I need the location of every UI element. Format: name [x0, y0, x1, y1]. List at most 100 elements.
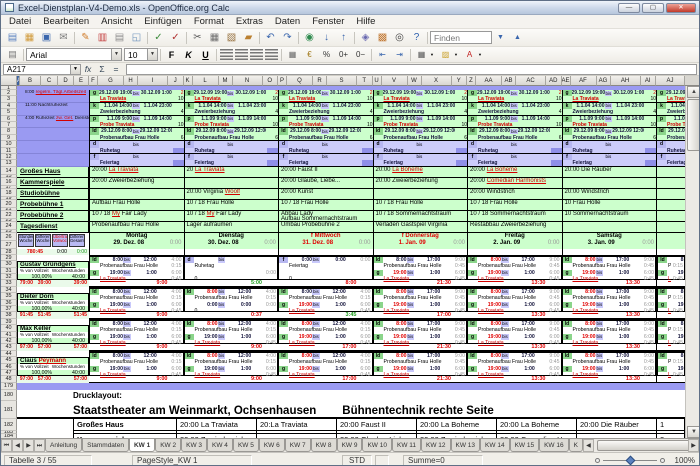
employee-day-cell[interactable]: ld 8:00 bis 12:00 4:00 Probenaufbau Frau Holl…	[89, 318, 184, 351]
legend-block-day1[interactable]: k 1.1.04 14:00 bis 1.1.04 23:00 Zweierbezieh…	[89, 102, 184, 116]
legend-note-cell[interactable]	[17, 128, 89, 142]
chevron-down-icon[interactable]: ▼	[478, 49, 485, 60]
row-header-16[interactable]: 16	[1, 177, 17, 186]
legend-block-day2[interactable]: f bis Feiertag	[183, 153, 278, 167]
navigator-icon[interactable]: ◈	[357, 30, 374, 45]
sheet-tab-kw11[interactable]: KW 11	[391, 439, 422, 452]
legend-block-day4[interactable]: f bis Feiertag	[372, 153, 467, 167]
equals-icon[interactable]: =	[109, 64, 123, 74]
function-wizard-icon[interactable]: fx	[81, 64, 95, 74]
venue-cell-day4[interactable]: 20:00 Zweierbeziehung	[372, 177, 468, 188]
export-pdf-icon[interactable]: ▥	[94, 30, 111, 45]
first-sheet-icon[interactable]: ⏮	[1, 439, 12, 452]
legend-block-day2[interactable]: ld 29.12.09 8:00 bis 29.12.09 12:00 Probenau…	[183, 128, 278, 142]
menu-daten[interactable]: Daten	[269, 15, 306, 29]
venue-cell-day5[interactable]: 20:00 Comedian Harmonists	[467, 177, 562, 188]
menu-bearbeiten[interactable]: Bearbeiten	[37, 15, 95, 29]
venue-cell-cut[interactable]	[656, 177, 685, 188]
venue-cell-day4[interactable]: Verladen Gastspiel Virginia	[372, 221, 468, 232]
employee-day-cell[interactable]: ld 8:00 bis 12:00 4:00 Probenaufbau Frau Holl…	[183, 286, 278, 319]
column-header-H[interactable]: H	[124, 76, 138, 86]
scroll-left-icon[interactable]: ◀	[582, 439, 594, 452]
sheet-tab-k[interactable]: K	[568, 439, 583, 452]
font-size-combo[interactable]: 10 ▼	[124, 48, 158, 61]
venue-cell-day6[interactable]: 20:00 Die Räuber	[561, 166, 657, 177]
legend-block-day4[interactable]: d bis Ruhetag	[372, 141, 467, 154]
column-header-O[interactable]: O	[262, 76, 278, 86]
legend-block-cut[interactable]: p1.1.09 9:00bis1.1.09 14:00Probe Traviat…	[656, 115, 685, 129]
spellcheck-icon[interactable]: ✓	[150, 30, 167, 45]
page-preview-icon[interactable]: ◱	[128, 30, 145, 45]
menu-format[interactable]: Format	[188, 15, 230, 29]
employee-day-cell[interactable]: ld 8:00 bis 17:00 9:00 Probenaufbau Frau Holl…	[372, 286, 467, 319]
day-header-mittwoch[interactable]: f Mittwoch 31. Dez. 08 0:00	[278, 232, 373, 249]
employee-day-cell[interactable]: ld 8:00 bis 12:00 4:00 Probenaufbau Frau Holl…	[278, 350, 373, 383]
row-header-14[interactable]: 14	[1, 166, 17, 175]
legend-block-day6[interactable]: d bis Ruhetag	[561, 141, 656, 154]
column-header-M[interactable]: M	[218, 76, 233, 86]
column-header-AJ[interactable]: AJ	[656, 76, 685, 86]
employee-day-cell[interactable]: d bis Ruhetag 0:00 0 5:00	[183, 254, 278, 287]
align-center-button[interactable]	[235, 49, 248, 60]
edit-mode-icon[interactable]: ✎	[77, 30, 94, 45]
row-header-24[interactable]: 24	[1, 221, 17, 230]
employee-day-cell[interactable]: f 0:00 bis 0:00 0:00 Feiertag 0 8:00	[278, 254, 373, 287]
venue-cell-day1[interactable]: Aufbau Frau Holle	[89, 199, 184, 210]
bold-button[interactable]: F	[163, 48, 180, 61]
copy-icon[interactable]: ▦	[206, 30, 223, 45]
corner-header[interactable]	[1, 76, 17, 86]
sum-icon[interactable]: Σ	[95, 64, 109, 74]
row-header-20[interactable]: 20	[1, 199, 17, 208]
column-header-K[interactable]: K	[183, 76, 193, 86]
venue-cell-day5[interactable]: 10 / 18 Frau Holle	[467, 199, 562, 210]
legend-block-day5[interactable]: f bis Feiertag	[467, 153, 562, 167]
column-header-D[interactable]: D	[58, 76, 74, 86]
zoom-in-icon[interactable]	[660, 457, 665, 463]
venue-cell-day3[interactable]: 20:00 Faust II	[278, 166, 373, 177]
venue-cell-cut[interactable]	[656, 221, 685, 232]
legend-block-day4[interactable]: g 29.12.09 19:00 bis 30.12.09 1:00 2 La Travi…	[372, 90, 467, 103]
sheet-tab-kw10[interactable]: KW 10	[362, 439, 392, 452]
chevron-down-icon[interactable]: ▼	[454, 49, 461, 60]
employee-day-cell-cut[interactable]: ld8:00bis12:004:00Probenaufbau Frau Holl…	[656, 254, 685, 287]
sheet-tab-kw9[interactable]: KW 9	[336, 439, 363, 452]
venue-cell-day1[interactable]: 20:00 La Traviata	[89, 166, 184, 177]
sheet-tab-kw14[interactable]: KW 14	[480, 439, 510, 452]
chevron-down-icon[interactable]: ▼	[147, 49, 157, 60]
legend-block-day6[interactable]: p 1.1.09 9:00 bis 1.1.09 14:00 Probe Traviat…	[561, 115, 656, 129]
venue-cell-day1[interactable]: 20:00 Zweierbeziehung	[89, 177, 184, 188]
legend-block-day4[interactable]: ld 29.12.09 8:00 bis 29.12.09 12:00 Probenau…	[372, 128, 467, 142]
title-bar[interactable]: Excel-Dienstplan-V4-Demo.xls - OpenOffic…	[1, 1, 699, 15]
legend-block-day1[interactable]: p 1.1.09 9:00 bis 1.1.09 14:00 Probe Traviat…	[89, 115, 184, 129]
venue-cell-day2[interactable]: 10 / 18 Frau Holle	[183, 199, 279, 210]
legend-note-cell[interactable]	[17, 153, 89, 167]
legend-note-cell[interactable]: 8:00 regelm. Tägl.Arbeitszeit	[17, 90, 89, 103]
venue-cell-day2[interactable]	[183, 177, 279, 188]
vertical-scrollbar[interactable]: ▲ ▼	[685, 86, 699, 438]
column-header-P[interactable]: P	[278, 76, 287, 86]
align-right-button[interactable]	[250, 49, 263, 60]
venue-cell-day2[interactable]: 20 La Traviata	[183, 166, 279, 177]
sort-descending-icon[interactable]: ↑	[335, 30, 352, 45]
auto-spellcheck-icon[interactable]: ✓	[167, 30, 184, 45]
scroll-right-icon[interactable]: ▶	[688, 439, 699, 452]
column-header-Z[interactable]: Z	[467, 76, 476, 86]
row-header-27[interactable]: 27	[1, 240, 17, 249]
row-header-179[interactable]: 179	[1, 382, 17, 390]
print-icon[interactable]: ▤	[111, 30, 128, 45]
currency-format-icon[interactable]: €	[301, 48, 318, 61]
employee-day-cell[interactable]: ld 8:00 bis 12:00 4:00 Probenaufbau Frau Holl…	[183, 318, 278, 351]
borders-icon[interactable]: ▦	[413, 48, 430, 61]
align-justify-button[interactable]	[265, 49, 278, 60]
chevron-down-icon[interactable]: ▼	[430, 49, 437, 60]
venue-cell-day2[interactable]: Lager aufräumen	[183, 221, 279, 232]
sort-ascending-icon[interactable]: ↓	[318, 30, 335, 45]
find-previous-icon[interactable]: ▲	[509, 30, 526, 45]
sheet-tab-kw7[interactable]: KW 7	[284, 439, 311, 452]
zoom-slider-thumb[interactable]	[625, 455, 636, 465]
employee-day-cell-cut[interactable]: ld8:00bis12:004:00Probenaufbau Frau Holl…	[656, 286, 685, 319]
zoom-out-icon[interactable]	[595, 457, 600, 463]
venue-cell-day1[interactable]: 10 / 18 My Fair Lady	[89, 210, 184, 221]
venue-cell-cut[interactable]	[656, 188, 685, 199]
legend-block-day6[interactable]: k 1.1.04 14:00 bis 1.1.04 23:00 Zweierbezieh…	[561, 102, 656, 116]
